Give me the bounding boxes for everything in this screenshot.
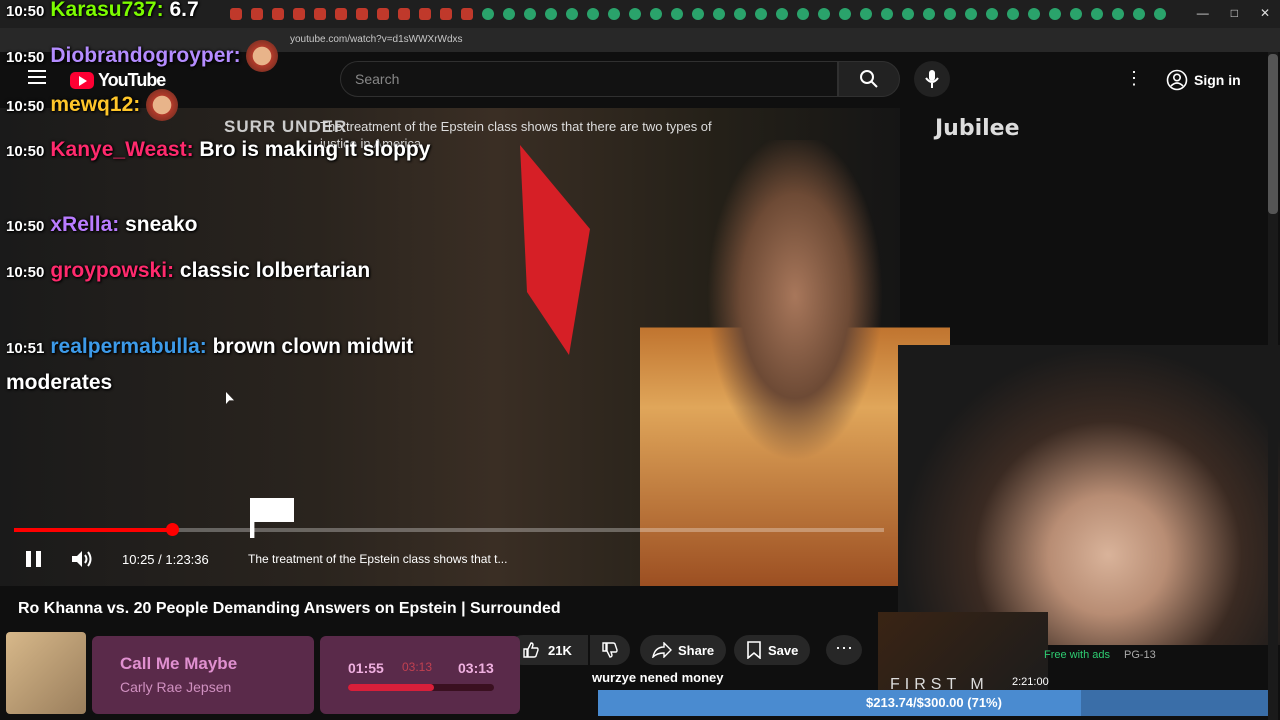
chat-text: Bro is making it sloppy [199,138,431,161]
webcam-overlay [898,345,1280,645]
chat-colon: : [133,93,147,116]
bookmark-icon [747,641,761,659]
donation-message: wurzye nened money [592,670,724,685]
save-button[interactable]: Save [734,635,810,665]
save-label: Save [768,642,799,658]
scrollbar-thumb[interactable] [1268,54,1278,214]
chat-message: 10:51 realpermabulla: brown clown midwit … [6,330,436,400]
album-art [6,632,86,714]
like-count: 21K [548,642,572,658]
microphone-icon [925,70,939,88]
chat-username[interactable]: realpermabulla [50,335,199,358]
account-icon [1166,69,1188,91]
chat-username[interactable]: Kanye_Weast [50,138,186,161]
chat-text: classic lolbertarian [179,259,371,282]
rating-badge: PG-13 [1124,649,1156,661]
chat-message: 10:50 Kanye_Weast: Bro is making it slopp… [6,133,436,169]
share-icon [652,642,672,658]
chat-message: 10:50 Karasu737: 6.7 [6,0,436,29]
video-progress-bar[interactable] [14,528,884,532]
progress-scrubber[interactable] [166,523,179,536]
chat-timestamp: 10:50 [6,218,45,235]
more-options-icon[interactable]: ⋮ [1124,68,1144,90]
chat-colon: : [199,335,213,358]
chat-message: 10:50 mewq12: [6,88,436,124]
chat-timestamp: 10:50 [6,143,45,160]
jubilee-watermark: Jubilee [935,116,1020,141]
close-icon[interactable]: ✕ [1260,6,1270,20]
video-title: Ro Khanna vs. 20 People Demanding Answer… [18,600,561,617]
voice-search-button[interactable] [914,61,950,97]
chat-timestamp: 10:50 [6,264,45,281]
minimize-icon[interactable]: — [1197,6,1209,20]
chat-timestamp: 10:50 [6,49,45,66]
sign-in-label: Sign in [1194,72,1241,88]
donation-goal-text: $213.74/$300.00 (71%) [866,695,1002,710]
chat-text: sneako [125,213,198,236]
chat-timestamp: 10:50 [6,98,45,115]
chat-message: 10:50 groypowski: classic lolbertarian [6,254,436,290]
chat-colon: : [156,0,170,21]
share-label: Share [678,642,715,658]
window-controls[interactable]: — □ ✕ [1197,6,1270,20]
time-display: 10:25 / 1:23:36 [122,552,209,567]
page-scrollbar[interactable] [1268,52,1278,720]
chat-message: 10:50 Diobrandogroyper: [6,39,436,75]
thumbs-down-icon [602,642,618,658]
chat-username[interactable]: mewq12 [50,93,133,116]
chat-timestamp: 10:50 [6,3,45,20]
free-with-ads-badge: Free with ads [1044,649,1111,661]
share-button[interactable]: Share [640,635,726,665]
chat-emote-icon [246,40,279,73]
chat-colon: : [186,138,200,161]
thumbnail-duration: 2:21:00 [1012,676,1049,688]
maximize-icon[interactable]: □ [1231,6,1238,20]
chat-text: 6.7 [169,0,199,21]
volume-icon [72,551,92,567]
thumbs-up-icon [523,642,539,658]
chat-username[interactable]: xRella [50,213,112,236]
chat-emote-icon [146,89,179,122]
chat-username[interactable]: groypowski [50,259,167,282]
volume-button[interactable] [70,548,94,570]
sign-in-button[interactable]: Sign in [1166,65,1250,95]
chat-colon: : [112,213,126,236]
song-progress-bar [348,684,494,691]
chat-colon: : [167,259,180,282]
chat-timestamp: 10:51 [6,340,45,357]
pause-button[interactable] [22,548,44,570]
song-mid-time: 03:13 [402,660,433,674]
song-title: Call Me Maybe [120,654,238,673]
chat-username[interactable]: Karasu737 [50,0,156,21]
song-total: 03:13 [458,660,494,676]
song-artist: Carly Rae Jepsen [120,679,232,695]
search-icon [860,70,878,88]
progress-fill [14,528,171,532]
more-actions-button[interactable]: ⋯ [826,635,862,665]
song-elapsed: 01:55 [348,660,384,676]
chat-message: 10:50 xRella: sneako [6,208,436,244]
dislike-button[interactable] [590,635,630,665]
chat-colon: : [233,44,247,67]
chat-username[interactable]: Diobrandogroyper [50,44,233,67]
song-progress-fill [348,684,435,691]
like-button[interactable]: 21K [508,635,588,665]
now-playing-widget [92,636,314,714]
chapter-title[interactable]: The treatment of the Epstein class shows… [248,552,507,566]
search-button[interactable] [838,61,900,97]
